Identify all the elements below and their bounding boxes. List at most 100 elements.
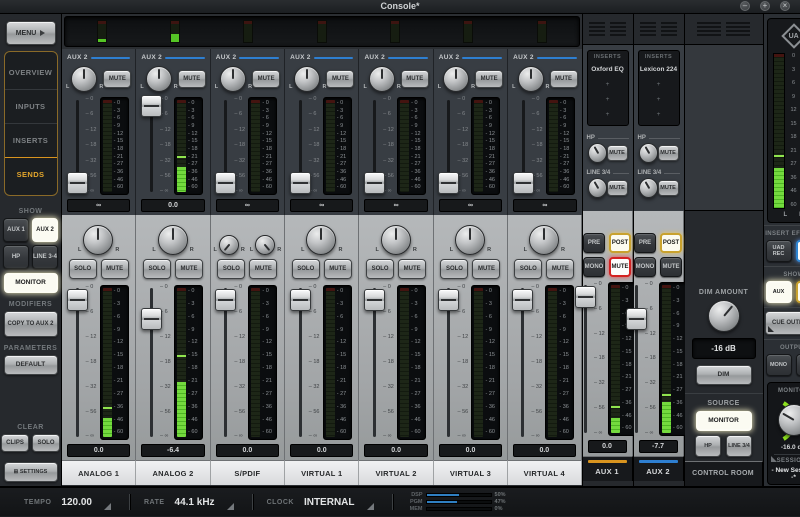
session-name[interactable]: - New Session -* [770, 467, 800, 481]
clear-solo-button[interactable]: SOLO [32, 434, 60, 452]
insert-slot-empty[interactable]: + [588, 92, 628, 107]
source-line-button[interactable]: LINE 3/4 [726, 435, 753, 457]
mute-button[interactable]: MUTE [175, 259, 204, 279]
send-mute-button[interactable]: MUTE [252, 70, 281, 88]
channel-fader-handle[interactable] [438, 288, 460, 311]
send-mute-button[interactable]: MUTE [177, 70, 206, 88]
mute-button[interactable]: MUTE [100, 259, 129, 279]
sidebar-nav-overview[interactable]: OVERVIEW [5, 56, 57, 89]
send-mute-button[interactable]: MUTE [400, 70, 429, 88]
insert-slot[interactable]: Oxford EQ [588, 62, 628, 77]
copy-to-aux-button[interactable]: COPY TO AUX 2 [3, 311, 58, 337]
close-button[interactable]: × [780, 1, 790, 11]
hp-mute-button[interactable]: MUTE [657, 145, 679, 161]
line-mute-button[interactable]: MUTE [606, 180, 628, 196]
show-ctrl-room-button[interactable]: CTRL ROOM [795, 281, 800, 303]
line-mute-button[interactable]: MUTE [657, 180, 679, 196]
uad-rec-button[interactable]: UAD REC [765, 240, 792, 262]
sidebar-nav-sends[interactable]: SENDS [4, 157, 57, 191]
send-pan-knob[interactable] [71, 66, 98, 92]
line-send-knob[interactable] [638, 178, 658, 198]
send-pan-knob[interactable] [145, 66, 172, 92]
mute-button[interactable]: MUTE [546, 259, 575, 279]
pan-knob[interactable] [529, 225, 560, 255]
post-button[interactable]: POST [609, 233, 632, 253]
maximize-button[interactable]: + [760, 1, 770, 11]
mute-button[interactable]: MUTE [472, 259, 501, 279]
solo-button[interactable]: SOLO [143, 259, 172, 279]
insert-slot-empty[interactable]: + [588, 107, 628, 122]
send-fader-handle[interactable] [438, 171, 460, 194]
mono-button[interactable]: MONO [634, 257, 657, 277]
clear-clips-button[interactable]: CLIPS [1, 434, 29, 452]
send-pan-knob[interactable] [294, 66, 321, 92]
pre-button[interactable]: PRE [634, 233, 657, 253]
send-pan-knob[interactable] [517, 66, 544, 92]
settings-button[interactable]: ⊞ SETTINGS [3, 462, 58, 482]
channel-fader-handle[interactable] [289, 288, 311, 311]
pan-knob[interactable] [455, 225, 486, 255]
pre-button[interactable]: PRE [583, 233, 606, 253]
pan-knob[interactable] [306, 225, 337, 255]
send-fader-handle[interactable] [289, 171, 311, 194]
aux-mute-button[interactable]: MUTE [660, 257, 683, 277]
dim-button[interactable]: DIM [695, 365, 752, 385]
aux-fader-handle[interactable] [626, 308, 648, 331]
output-mono-button[interactable]: MONO [765, 354, 792, 377]
send-fader-handle[interactable] [364, 171, 386, 194]
tempo-control[interactable]: TEMPO 120.00 [24, 495, 115, 510]
send-pan-knob[interactable] [368, 66, 395, 92]
mute-button[interactable]: MUTE [249, 259, 278, 279]
source-monitor-button[interactable]: MONITOR [695, 411, 752, 431]
mono-button[interactable]: MONO [583, 257, 606, 277]
output-mute-button[interactable]: MUTE [795, 354, 800, 377]
clock-control[interactable]: CLOCK INTERNAL [267, 495, 378, 510]
channel-fader-handle[interactable] [66, 288, 88, 311]
menu-button[interactable]: MENU [5, 21, 56, 45]
show-aux-1-button[interactable]: AUX 1 [3, 218, 29, 242]
send-fader-handle[interactable] [66, 171, 88, 194]
insert-slot-empty[interactable]: + [639, 107, 679, 122]
send-mute-button[interactable]: MUTE [475, 70, 504, 88]
line-send-knob[interactable] [587, 178, 607, 198]
hp-send-knob[interactable] [587, 143, 607, 163]
default-button[interactable]: DEFAULT [3, 355, 58, 375]
dim-amount-knob[interactable] [707, 300, 740, 332]
solo-button[interactable]: SOLO [514, 259, 543, 279]
show-aux-2-button[interactable]: AUX 2 [32, 218, 58, 242]
source-hp-button[interactable]: HP [695, 435, 722, 457]
solo-button[interactable]: SOLO [291, 259, 320, 279]
show-aux-button[interactable]: AUX [765, 281, 792, 303]
channel-fader-handle[interactable] [215, 288, 237, 311]
send-mute-button[interactable]: MUTE [103, 70, 132, 88]
pan-knob[interactable] [83, 225, 114, 255]
mute-button[interactable]: MUTE [323, 259, 352, 279]
channel-fader-handle[interactable] [141, 308, 163, 331]
solo-button[interactable]: SOLO [217, 259, 246, 279]
aux-fader-handle[interactable] [575, 285, 597, 308]
show-line-3-4-button[interactable]: LINE 3-4 [32, 245, 58, 269]
send-pan-knob[interactable] [220, 66, 247, 92]
send-mute-button[interactable]: MUTE [326, 70, 355, 88]
insert-slot[interactable]: Lexicon 224 [639, 62, 679, 77]
cue-outputs-button[interactable]: CUE OUTPUTS [764, 311, 800, 336]
insert-slot-empty[interactable]: + [639, 77, 679, 92]
hp-send-knob[interactable] [638, 143, 658, 163]
solo-button[interactable]: SOLO [366, 259, 395, 279]
insert-slot-empty[interactable]: + [639, 92, 679, 107]
show-hp-button[interactable]: HP [3, 245, 29, 269]
solo-button[interactable]: SOLO [68, 259, 97, 279]
send-fader-handle[interactable] [512, 171, 534, 194]
solo-button[interactable]: SOLO [440, 259, 469, 279]
send-mute-button[interactable]: MUTE [549, 70, 578, 88]
insert-slot-empty[interactable]: + [588, 77, 628, 92]
sidebar-nav-inserts[interactable]: INSERTS [4, 123, 57, 157]
send-fader-handle[interactable] [141, 94, 163, 117]
sidebar-nav-inputs[interactable]: INPUTS [4, 89, 57, 123]
post-button[interactable]: POST [660, 233, 683, 253]
channel-fader-handle[interactable] [364, 288, 386, 311]
rate-control[interactable]: RATE 44.1 kHz [144, 495, 238, 510]
pan-knob[interactable] [218, 235, 239, 255]
send-fader-handle[interactable] [215, 171, 237, 194]
channel-fader-handle[interactable] [512, 288, 534, 311]
